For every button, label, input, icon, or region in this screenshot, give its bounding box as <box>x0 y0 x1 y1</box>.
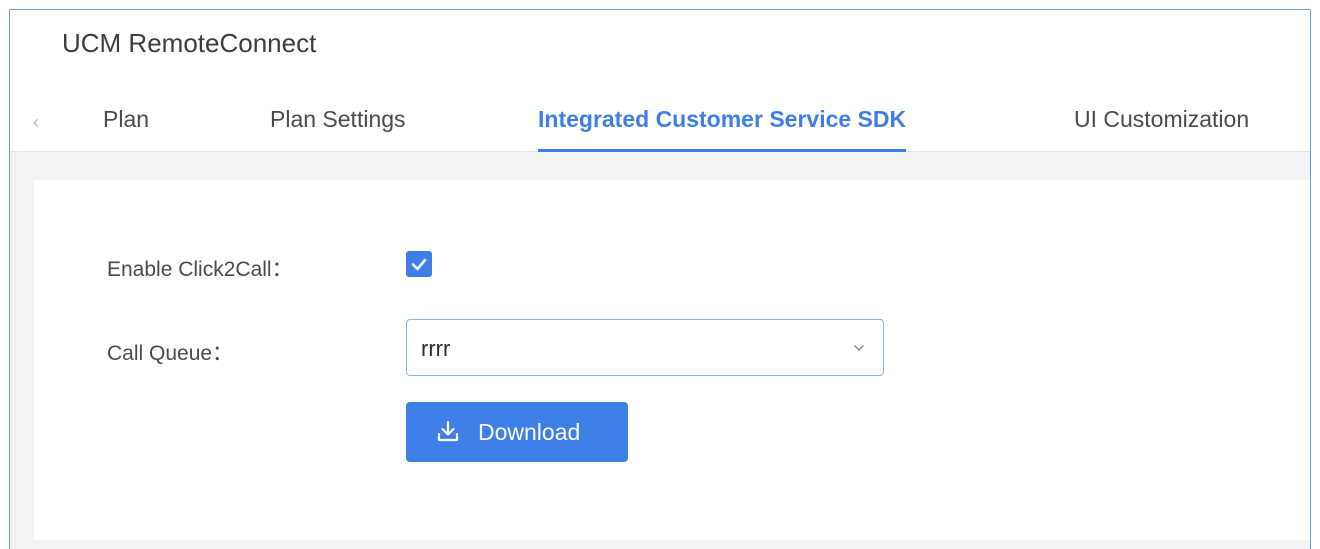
settings-card: Enable Click2Call： Call Queue： rrrr Down… <box>34 180 1310 540</box>
click2call-label: Enable Click2Call： <box>107 258 293 281</box>
download-button[interactable]: Download <box>406 402 628 462</box>
app-window: UCM RemoteConnect ‹ Plan Plan Settings I… <box>9 9 1311 549</box>
chevron-left-icon[interactable]: ‹ <box>28 113 44 131</box>
checkmark-icon <box>411 258 427 271</box>
chevron-down-icon <box>853 344 865 352</box>
call-queue-select[interactable]: rrrr <box>406 319 884 376</box>
tab-integrated-customer-service-sdk[interactable]: Integrated Customer Service SDK <box>538 106 907 153</box>
download-icon <box>437 420 459 442</box>
download-button-label: Download <box>478 419 581 445</box>
app-title: UCM RemoteConnect <box>62 28 317 58</box>
click2call-checkbox[interactable] <box>406 251 432 277</box>
call-queue-label: Call Queue： <box>107 342 234 365</box>
tab-plan-settings[interactable]: Plan Settings <box>270 106 406 133</box>
call-queue-value: rrrr <box>421 336 451 361</box>
tab-plan[interactable]: Plan <box>103 106 149 133</box>
tab-bar: ‹ Plan Plan Settings Integrated Customer… <box>10 88 1310 153</box>
tab-ui-customization[interactable]: UI Customization <box>1074 106 1249 133</box>
